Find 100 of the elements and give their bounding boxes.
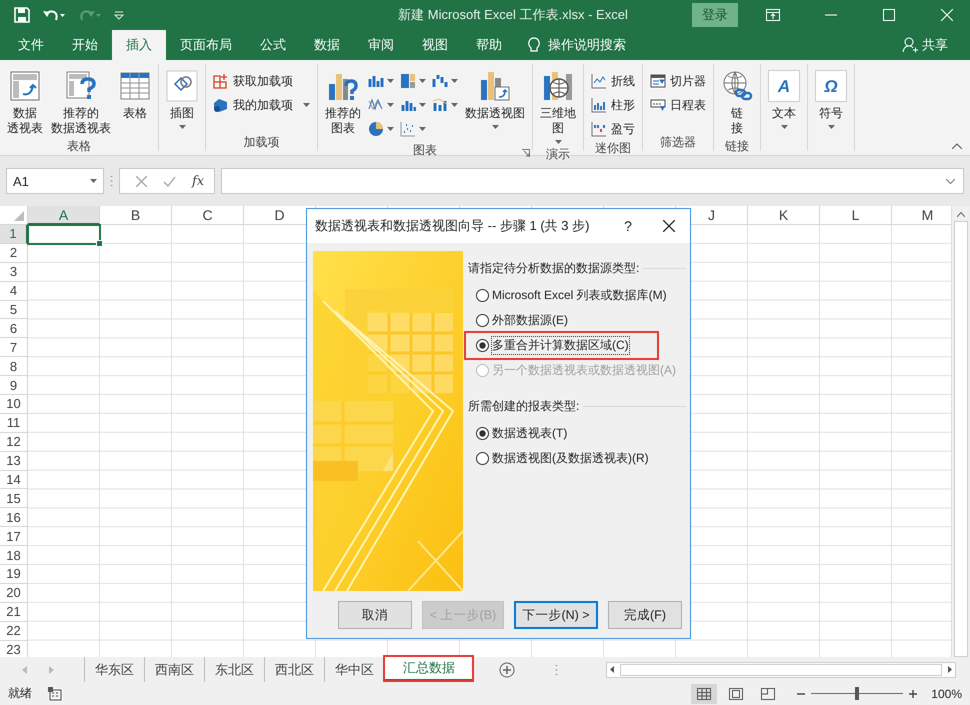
- ribbon-tab[interactable]: 帮助: [462, 30, 516, 60]
- chart-type-button[interactable]: [432, 72, 458, 90]
- row-header[interactable]: 6: [0, 319, 28, 338]
- share-button[interactable]: 共享: [902, 30, 948, 60]
- dialog-launcher-icon[interactable]: [522, 149, 530, 157]
- group-label: 链接: [725, 138, 749, 155]
- column-header[interactable]: L: [820, 206, 892, 225]
- ribbon-tab[interactable]: 公式: [246, 30, 300, 60]
- row-header[interactable]: 13: [0, 452, 28, 471]
- ribbon-tab[interactable]: 视图: [408, 30, 462, 60]
- ribbon-button[interactable]: 表格: [116, 68, 154, 123]
- row-header[interactable]: 14: [0, 470, 28, 490]
- radio-button[interactable]: [476, 427, 489, 440]
- row-header[interactable]: 5: [0, 300, 28, 320]
- sign-in-button[interactable]: 登录: [692, 3, 738, 27]
- radio-button[interactable]: [476, 339, 489, 352]
- radio-button[interactable]: [476, 314, 489, 327]
- radio-button[interactable]: [476, 452, 489, 465]
- scroll-right-icon[interactable]: [948, 666, 952, 673]
- row-header[interactable]: 20: [0, 584, 28, 603]
- hierarchy-chart-icon: [400, 73, 416, 89]
- ribbon-button[interactable]: 插图: [163, 68, 201, 131]
- zoom-in-icon[interactable]: [909, 690, 918, 698]
- row-header[interactable]: 4: [0, 282, 28, 301]
- formula-input[interactable]: [221, 168, 964, 194]
- ribbon-button[interactable]: 推荐的 图表: [322, 68, 364, 138]
- ribbon-tab[interactable]: 数据: [300, 30, 354, 60]
- scroll-left-icon[interactable]: [610, 666, 614, 673]
- row-header[interactable]: 2: [0, 244, 28, 263]
- row-header[interactable]: 19: [0, 565, 28, 584]
- row-header[interactable]: 16: [0, 508, 28, 528]
- macro-record-icon[interactable]: [48, 686, 62, 700]
- column-header[interactable]: M: [892, 206, 951, 225]
- row-header[interactable]: 15: [0, 489, 28, 508]
- ribbon-button[interactable]: 折线: [588, 70, 638, 92]
- ribbon-tab[interactable]: 页面布局: [166, 30, 246, 60]
- section-label: 所需创建的报表类型:: [468, 398, 580, 414]
- ribbon-button[interactable]: A 文本: [765, 68, 803, 131]
- ribbon-button[interactable]: 获取加载项: [210, 70, 313, 92]
- ribbon-button[interactable]: 数据 透视表: [4, 68, 46, 138]
- insert-function-button[interactable]: fx: [192, 174, 204, 188]
- ribbon-tab[interactable]: 插入: [112, 30, 166, 60]
- column-header[interactable]: C: [172, 206, 244, 225]
- row-header[interactable]: 17: [0, 527, 28, 546]
- column-header[interactable]: A: [28, 206, 100, 225]
- ribbon-button[interactable]: 数据透视图: [462, 68, 528, 131]
- row-header[interactable]: 22: [0, 622, 28, 641]
- row-header[interactable]: 9: [0, 376, 28, 396]
- zoom-thumb[interactable]: [855, 687, 860, 700]
- ribbon-button[interactable]: 推荐的 数据透视表: [48, 68, 114, 138]
- chart-type-button[interactable]: [432, 96, 458, 114]
- glyph-icon: A: [768, 70, 800, 102]
- ribbon-button[interactable]: 日程表: [647, 94, 709, 116]
- globe-link-icon: [721, 70, 753, 102]
- row-header[interactable]: 23: [0, 640, 28, 657]
- group-label: 图表: [413, 142, 437, 159]
- ribbon-button[interactable]: 链 接: [718, 68, 756, 138]
- row-header[interactable]: 11: [0, 414, 28, 433]
- chart-type-button[interactable]: [400, 120, 426, 138]
- option-label: 另一个数据透视表或数据透视图(A): [492, 362, 676, 379]
- dialog-button[interactable]: 下一步(N) >: [514, 601, 598, 629]
- ribbon-button[interactable]: 盈亏: [588, 118, 638, 140]
- customize-icon[interactable]: [114, 10, 124, 20]
- expand-icon[interactable]: [946, 178, 955, 184]
- active-cell[interactable]: [27, 224, 101, 245]
- collapse-ribbon-icon[interactable]: [952, 143, 962, 149]
- dialog-button[interactable]: 取消: [338, 601, 412, 629]
- add-sheet-icon[interactable]: [499, 662, 515, 678]
- radio-button[interactable]: [476, 289, 489, 302]
- row-header[interactable]: 21: [0, 602, 28, 622]
- help-button[interactable]: ?: [608, 218, 648, 234]
- ribbon-button[interactable]: 我的加载项: [210, 94, 313, 116]
- chart-type-button[interactable]: [400, 72, 426, 90]
- save-icon[interactable]: [14, 7, 30, 23]
- dialog-button[interactable]: 完成(F): [608, 601, 682, 629]
- column-header[interactable]: B: [100, 206, 172, 225]
- row-header[interactable]: 3: [0, 262, 28, 282]
- sheet-tab[interactable]: 汇总数据: [384, 656, 473, 681]
- row-header[interactable]: 10: [0, 395, 28, 414]
- ribbon-button[interactable]: 柱形: [588, 94, 638, 116]
- chart-type-button[interactable]: [368, 120, 394, 138]
- vertical-scrollbar[interactable]: [951, 206, 970, 657]
- ribbon-tab[interactable]: 开始: [58, 30, 112, 60]
- name-box[interactable]: A1: [6, 168, 104, 194]
- horizontal-scrollbar[interactable]: [606, 662, 956, 678]
- ribbon-tab[interactable]: 文件: [4, 30, 58, 60]
- ribbon-tab[interactable]: 审阅: [354, 30, 408, 60]
- row-header[interactable]: 7: [0, 338, 28, 358]
- tell-me-search[interactable]: 操作说明搜索: [548, 36, 626, 54]
- row-header[interactable]: 18: [0, 546, 28, 566]
- row-header[interactable]: 1: [0, 225, 28, 244]
- row-header[interactable]: 8: [0, 357, 28, 376]
- ribbon-button[interactable]: 切片器: [647, 70, 709, 92]
- column-header[interactable]: K: [748, 206, 820, 225]
- view-button[interactable]: [691, 684, 718, 704]
- ribbon-button[interactable]: Ω 符号: [812, 68, 850, 131]
- scroll-up-icon[interactable]: [957, 212, 965, 217]
- page-break-icon: [761, 688, 776, 700]
- ribbon-button[interactable]: 三维地 图: [537, 68, 579, 146]
- row-header[interactable]: 12: [0, 432, 28, 452]
